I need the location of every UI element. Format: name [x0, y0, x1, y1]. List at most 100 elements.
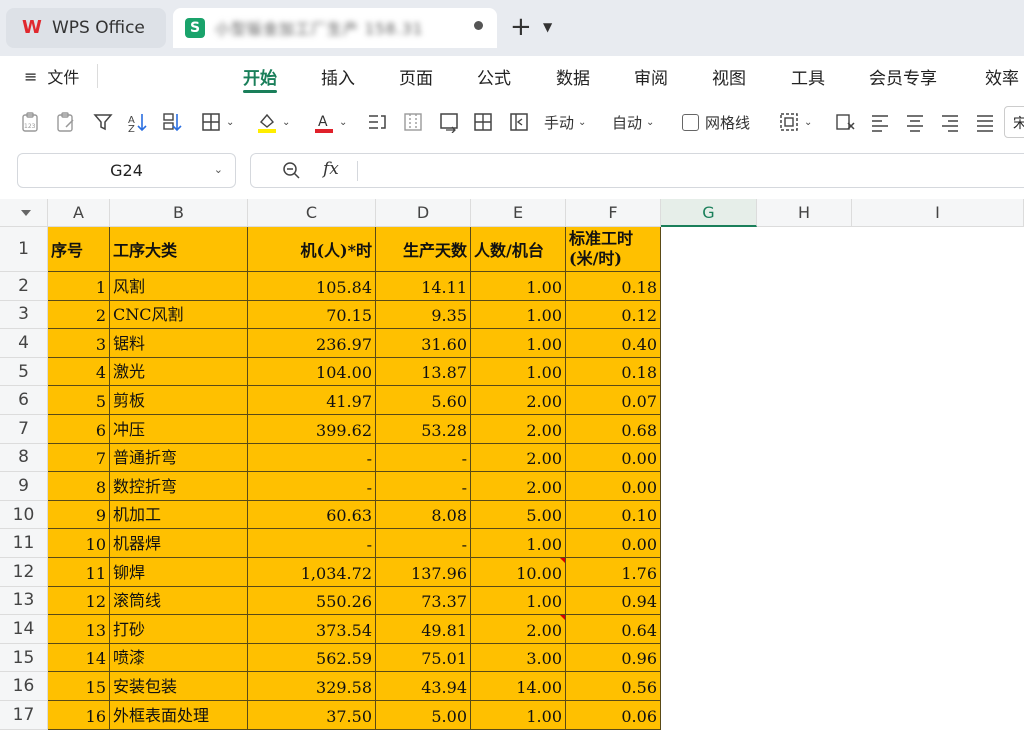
column-header-f[interactable]: F — [566, 199, 661, 227]
row-header-2[interactable]: 2 — [0, 272, 48, 301]
empty-cell[interactable] — [661, 329, 757, 358]
empty-cell[interactable] — [757, 386, 852, 415]
table-cell[interactable]: 激光 — [110, 357, 248, 387]
table-cell[interactable]: 1.00 — [471, 329, 566, 358]
table-cell[interactable]: 1.76 — [566, 558, 661, 587]
table-cell[interactable]: - — [248, 443, 376, 473]
table-cell[interactable]: 3.00 — [471, 643, 566, 673]
select-all-corner[interactable] — [0, 199, 48, 227]
table-cell[interactable]: 0.00 — [566, 529, 661, 558]
row-header-17[interactable]: 17 — [0, 701, 48, 730]
table-cell[interactable]: - — [376, 443, 471, 473]
table-cell[interactable]: 12 — [48, 586, 110, 616]
new-tab-dropdown-icon[interactable]: ▼ — [543, 20, 552, 34]
table-cell[interactable]: 1.00 — [471, 529, 566, 558]
tab-page[interactable]: 页面 — [399, 64, 433, 89]
justify-button[interactable] — [974, 110, 996, 134]
table-cell[interactable]: 4 — [48, 357, 110, 387]
table-cell[interactable]: 2.00 — [471, 443, 566, 473]
table-cell[interactable]: 60.63 — [248, 500, 376, 530]
row-header-14[interactable]: 14 — [0, 615, 48, 644]
table-cell[interactable]: 普通折弯 — [110, 443, 248, 473]
table-cell[interactable]: 53.28 — [376, 415, 471, 444]
empty-cell[interactable] — [852, 472, 1024, 501]
spreadsheet-grid[interactable]: A B C D E F G H I 1 2 3 4 5 6 7 8 9 10 11 12 13 14 15 16 17 序号 工序大类… — [0, 199, 1024, 730]
row-header-8[interactable]: 8 — [0, 443, 48, 473]
new-tab-plus-icon[interactable]: + — [510, 14, 532, 40]
sort-descending-button[interactable] — [162, 110, 184, 134]
table-cell[interactable]: 1.00 — [471, 586, 566, 616]
clear-format-button[interactable] — [834, 110, 856, 134]
col-width-button[interactable] — [472, 110, 494, 134]
empty-cell[interactable] — [852, 443, 1024, 473]
table-cell[interactable]: 外框表面处理 — [110, 701, 248, 730]
empty-cell[interactable] — [661, 472, 757, 501]
table-cell[interactable]: 0.00 — [566, 443, 661, 473]
table-cell[interactable]: 机器焊 — [110, 529, 248, 558]
empty-cell[interactable] — [757, 500, 852, 530]
empty-cell[interactable] — [661, 701, 757, 730]
table-cell[interactable]: 1.00 — [471, 357, 566, 387]
fill-color-button[interactable]: ⌄ — [256, 110, 290, 134]
tab-insert[interactable]: 插入 — [321, 64, 355, 89]
table-cell[interactable]: 8 — [48, 472, 110, 501]
empty-cell[interactable] — [661, 672, 757, 701]
table-cell[interactable]: 137.96 — [376, 558, 471, 587]
table-cell[interactable]: 10.00 — [471, 558, 566, 587]
empty-cell[interactable] — [852, 357, 1024, 387]
empty-cell[interactable] — [852, 300, 1024, 330]
unsaved-dot-icon[interactable] — [474, 21, 483, 30]
table-cell[interactable]: 铆焊 — [110, 558, 248, 587]
row-header-4[interactable]: 4 — [0, 329, 48, 358]
empty-cell[interactable] — [757, 300, 852, 330]
table-cell[interactable]: 1.00 — [471, 300, 566, 330]
empty-cell[interactable] — [852, 558, 1024, 587]
name-box[interactable]: G24 ⌄ — [17, 153, 236, 188]
table-cell[interactable]: 3 — [48, 329, 110, 358]
table-cell[interactable]: 105.84 — [248, 272, 376, 301]
table-cell[interactable]: 5.60 — [376, 386, 471, 415]
table-cell[interactable]: 70.15 — [248, 300, 376, 330]
tab-data[interactable]: 数据 — [556, 64, 590, 89]
font-name-input[interactable]: 宋 — [1004, 106, 1024, 138]
row-header-10[interactable]: 10 — [0, 500, 48, 530]
row-header-7[interactable]: 7 — [0, 415, 48, 444]
table-cell[interactable]: 0.06 — [566, 701, 661, 730]
row-header-11[interactable]: 11 — [0, 529, 48, 558]
empty-cell[interactable] — [661, 500, 757, 530]
table-cell[interactable]: 0.40 — [566, 329, 661, 358]
empty-cell[interactable] — [757, 586, 852, 616]
row-header-16[interactable]: 16 — [0, 672, 48, 701]
tab-formula[interactable]: 公式 — [477, 64, 511, 89]
table-cell[interactable]: 0.96 — [566, 643, 661, 673]
empty-cell[interactable] — [852, 615, 1024, 644]
empty-cell[interactable] — [757, 615, 852, 644]
table-cell[interactable]: 9 — [48, 500, 110, 530]
chevron-down-icon[interactable]: ⌄ — [214, 163, 223, 176]
table-cell[interactable]: 104.00 — [248, 357, 376, 387]
empty-cell[interactable] — [757, 443, 852, 473]
table-cell[interactable]: 14.11 — [376, 272, 471, 301]
empty-cell[interactable] — [852, 415, 1024, 444]
column-header-i[interactable]: I — [852, 199, 1024, 227]
column-header-a[interactable]: A — [48, 199, 110, 227]
align-center-button[interactable] — [904, 110, 926, 134]
table-cell[interactable]: 锯料 — [110, 329, 248, 358]
table-cell[interactable]: 0.64 — [566, 615, 661, 644]
wrap-text-button[interactable] — [366, 110, 388, 134]
table-cell[interactable]: 风割 — [110, 272, 248, 301]
table-cell[interactable]: - — [248, 529, 376, 558]
table-cell[interactable]: 14 — [48, 643, 110, 673]
table-cell[interactable]: 2.00 — [471, 615, 566, 644]
table-cell[interactable]: 8.08 — [376, 500, 471, 530]
empty-cell[interactable] — [661, 443, 757, 473]
table-cell[interactable]: 0.94 — [566, 586, 661, 616]
empty-cell[interactable] — [852, 386, 1024, 415]
table-cell[interactable]: 0.10 — [566, 500, 661, 530]
empty-cell[interactable] — [661, 643, 757, 673]
empty-cell[interactable] — [757, 529, 852, 558]
table-cell[interactable]: 打砂 — [110, 615, 248, 644]
table-cell[interactable]: 喷漆 — [110, 643, 248, 673]
table-cell[interactable]: 11 — [48, 558, 110, 587]
table-cell[interactable]: 10 — [48, 529, 110, 558]
